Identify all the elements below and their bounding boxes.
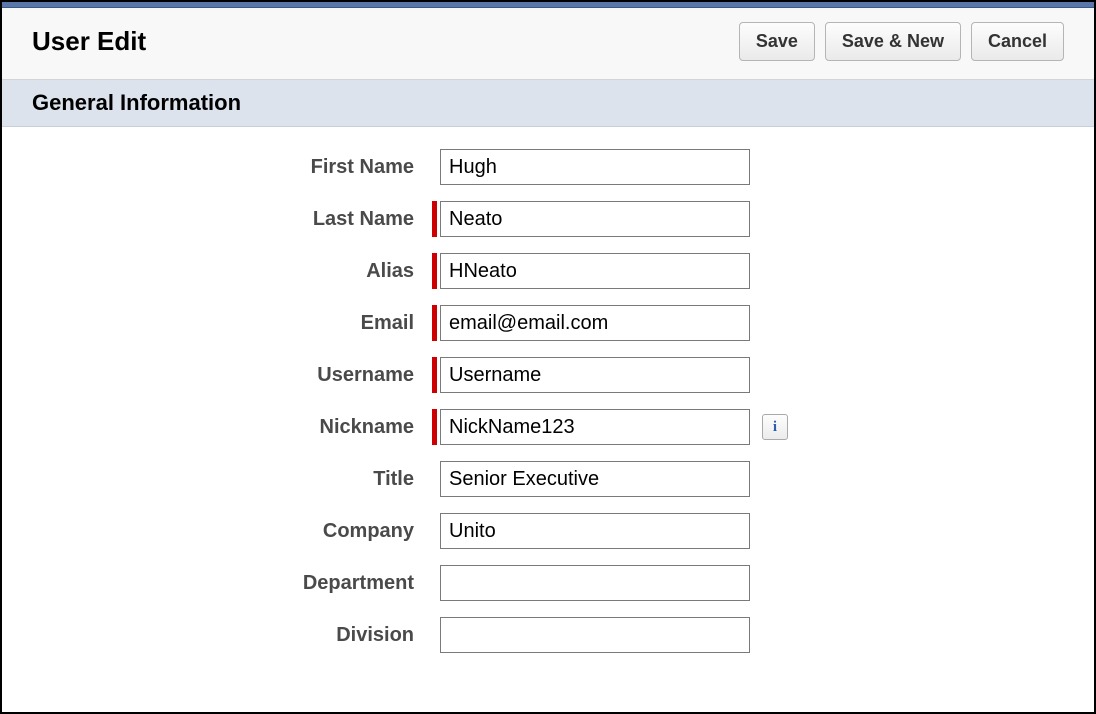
label-division: Division xyxy=(32,624,432,647)
label-username: Username xyxy=(32,364,432,387)
row-last-name: Last Name xyxy=(32,201,1064,237)
label-alias: Alias xyxy=(32,260,432,283)
row-title: Title xyxy=(32,461,1064,497)
save-and-new-button[interactable]: Save & New xyxy=(825,22,961,61)
row-email: Email xyxy=(32,305,1064,341)
input-company[interactable] xyxy=(440,513,750,549)
page-title: User Edit xyxy=(32,26,146,57)
page-header: User Edit Save Save & New Cancel xyxy=(2,8,1094,80)
input-username[interactable] xyxy=(440,357,750,393)
cancel-button[interactable]: Cancel xyxy=(971,22,1064,61)
label-title: Title xyxy=(32,468,432,491)
input-email[interactable] xyxy=(440,305,750,341)
row-nickname: Nickname i xyxy=(32,409,1064,445)
label-department: Department xyxy=(32,572,432,595)
input-alias[interactable] xyxy=(440,253,750,289)
input-division[interactable] xyxy=(440,617,750,653)
required-indicator-icon xyxy=(432,357,437,393)
row-username: Username xyxy=(32,357,1064,393)
save-button[interactable]: Save xyxy=(739,22,815,61)
label-company: Company xyxy=(32,520,432,543)
input-first-name[interactable] xyxy=(440,149,750,185)
required-indicator-icon xyxy=(432,201,437,237)
info-icon[interactable]: i xyxy=(762,414,788,440)
required-indicator-icon xyxy=(432,253,437,289)
label-last-name: Last Name xyxy=(32,208,432,231)
required-indicator-icon xyxy=(432,305,437,341)
input-nickname[interactable] xyxy=(440,409,750,445)
row-alias: Alias xyxy=(32,253,1064,289)
row-division: Division xyxy=(32,617,1064,653)
input-title[interactable] xyxy=(440,461,750,497)
input-department[interactable] xyxy=(440,565,750,601)
input-last-name[interactable] xyxy=(440,201,750,237)
label-first-name: First Name xyxy=(32,156,432,179)
row-first-name: First Name xyxy=(32,149,1064,185)
label-email: Email xyxy=(32,312,432,335)
required-indicator-icon xyxy=(432,409,437,445)
form-area: First Name Last Name Alias Email Usernam… xyxy=(2,127,1094,653)
header-button-row: Save Save & New Cancel xyxy=(739,22,1064,61)
label-nickname: Nickname xyxy=(32,416,432,439)
row-company: Company xyxy=(32,513,1064,549)
section-header-general-information: General Information xyxy=(2,80,1094,127)
row-department: Department xyxy=(32,565,1064,601)
